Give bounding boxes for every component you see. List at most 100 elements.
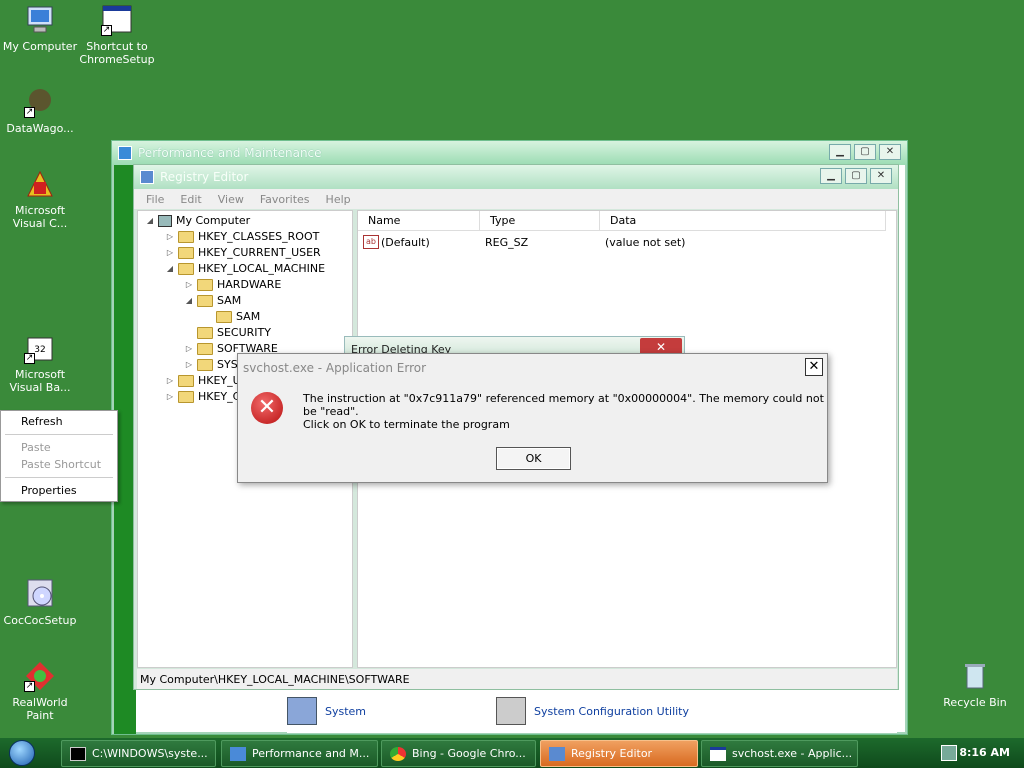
menu-file[interactable]: File	[138, 193, 172, 206]
window-icon	[710, 746, 726, 761]
task-button-chrome[interactable]: Bing - Google Chro...	[381, 740, 536, 767]
desktop-icon-realworld-paint[interactable]: ↗ RealWorld Paint	[0, 660, 80, 722]
performance-titlebar[interactable]: Performance and Maintenance ▁ ▢ ✕	[112, 141, 907, 165]
expand-icon[interactable]: ▷	[185, 344, 193, 353]
expand-icon[interactable]: ▷	[185, 360, 193, 369]
desktop-icon-label: Recycle Bin	[943, 696, 1007, 709]
folder-icon	[197, 358, 213, 371]
folder-icon	[197, 278, 213, 291]
menu-separator	[5, 477, 113, 478]
datawago-icon: ↗	[24, 86, 56, 118]
registry-title: Registry Editor	[160, 170, 249, 184]
ok-button[interactable]: OK	[496, 447, 571, 470]
close-button[interactable]: ✕	[805, 358, 823, 376]
tree-node-system[interactable]: ▷ SYST	[185, 358, 244, 371]
tree-node-hkcu[interactable]: ▷ HKEY_CURRENT_USER	[166, 246, 321, 259]
computer-icon	[158, 214, 172, 227]
tree-node-hkcc[interactable]: ▷ HKEY_C	[166, 390, 240, 403]
menu-item-properties[interactable]: Properties	[21, 484, 77, 497]
network-icon[interactable]	[941, 745, 957, 761]
setup-disc-icon	[24, 578, 56, 610]
menu-item-paste[interactable]: Paste	[21, 441, 51, 454]
error-instruction: Click on OK to terminate the program	[303, 418, 510, 431]
menu-edit[interactable]: Edit	[172, 193, 209, 206]
collapse-icon[interactable]: ◢	[166, 264, 174, 273]
application-error-dialog[interactable]: svchost.exe - Application Error ✕ ✕ The …	[237, 353, 828, 483]
desktop-icon-label: Microsoft Visual Ba...	[9, 368, 71, 394]
shortcut-arrow-icon: ↗	[24, 353, 35, 364]
collapse-icon[interactable]: ◢	[146, 216, 154, 225]
performance-bottom-links: System System Configuration Utility	[287, 689, 897, 733]
tree-node-sam[interactable]: ◢ SAM	[185, 294, 241, 307]
task-button-label: Performance and M...	[252, 747, 370, 760]
system-link[interactable]: System	[287, 697, 366, 725]
error-message: The instruction at "0x7c911a79" referenc…	[303, 392, 824, 418]
menu-help[interactable]: Help	[318, 193, 359, 206]
status-path: My Computer\HKEY_LOCAL_MACHINE\SOFTWARE	[140, 672, 410, 686]
regedit-icon	[140, 170, 154, 184]
column-type[interactable]: Type	[480, 211, 600, 231]
tree-node-security[interactable]: SECURITY	[197, 326, 271, 339]
window-controls: ▁ ▢ ✕	[826, 143, 901, 160]
system-config-label: System Configuration Utility	[534, 704, 689, 718]
task-button-cmd[interactable]: C:\WINDOWS\syste...	[61, 740, 216, 767]
collapse-icon[interactable]: ◢	[185, 296, 193, 305]
folder-icon	[178, 374, 194, 387]
folder-icon	[178, 262, 194, 275]
taskbar-clock[interactable]: 8:16 AM	[959, 746, 1010, 759]
column-data[interactable]: Data	[600, 211, 886, 231]
menu-item-refresh[interactable]: Refresh	[21, 415, 63, 428]
folder-icon	[197, 326, 213, 339]
expand-icon[interactable]: ▷	[166, 392, 174, 401]
desktop-icon-visual-ba[interactable]: 32 ↗ Microsoft Visual Ba...	[0, 332, 80, 394]
desktop-icon-recycle-bin[interactable]: Recycle Bin	[935, 660, 1015, 709]
tree-root-label: My Computer	[176, 214, 251, 227]
maximize-button[interactable]: ▢	[845, 167, 867, 184]
minimize-button[interactable]: ▁	[829, 143, 851, 160]
shortcut-arrow-icon: ↗	[24, 107, 35, 118]
string-value-icon: ab	[363, 235, 379, 249]
desktop-icon-datawago[interactable]: ↗ DataWago...	[0, 86, 80, 135]
tree-node-label: SAM	[236, 310, 261, 323]
expand-icon[interactable]: ▷	[166, 232, 174, 241]
close-button[interactable]: ✕	[870, 167, 892, 184]
tree-root[interactable]: ◢ My Computer	[146, 214, 250, 227]
app-error-titlebar[interactable]: svchost.exe - Application Error	[238, 354, 827, 382]
system-config-link[interactable]: System Configuration Utility	[496, 697, 689, 725]
tree-node-hklm[interactable]: ◢ HKEY_LOCAL_MACHINE	[166, 262, 325, 275]
tree-node-hkcr[interactable]: ▷ HKEY_CLASSES_ROOT	[166, 230, 319, 243]
menu-item-paste-shortcut[interactable]: Paste Shortcut	[21, 458, 101, 471]
maximize-button[interactable]: ▢	[854, 143, 876, 160]
close-button[interactable]: ✕	[879, 143, 901, 160]
shortcut-arrow-icon: ↗	[24, 681, 35, 692]
expand-icon[interactable]: ▷	[166, 248, 174, 257]
tree-node-label: SAM	[217, 294, 242, 307]
expand-icon[interactable]: ▷	[166, 376, 174, 385]
menu-favorites[interactable]: Favorites	[252, 193, 318, 206]
task-button-performance[interactable]: Performance and M...	[221, 740, 378, 767]
table-row[interactable]: ab (Default) REG_SZ (value not set)	[363, 233, 883, 251]
minimize-button[interactable]: ▁	[820, 167, 842, 184]
task-button-regedit[interactable]: Registry Editor	[540, 740, 698, 767]
registry-titlebar[interactable]: Registry Editor ▁ ▢ ✕	[134, 165, 898, 189]
tree-node-label: HARDWARE	[217, 278, 282, 291]
tree-node-hardware[interactable]: ▷ HARDWARE	[185, 278, 281, 291]
desktop-icon-coccocsetup[interactable]: CocCocSetup	[0, 578, 80, 627]
app-error-title: svchost.exe - Application Error	[243, 361, 427, 375]
desktop-icon-chromesetup[interactable]: ↗ Shortcut to ChromeSetup	[77, 4, 157, 66]
menu-view[interactable]: View	[210, 193, 252, 206]
tree-node-sam-child[interactable]: SAM	[216, 310, 260, 323]
tree-node-hku[interactable]: ▷ HKEY_U	[166, 374, 241, 387]
folder-icon	[178, 390, 194, 403]
expand-icon[interactable]: ▷	[185, 280, 193, 289]
desktop-icon-visual-c[interactable]: Microsoft Visual C...	[0, 168, 80, 230]
desktop-icon-my-computer[interactable]: My Computer	[0, 4, 80, 53]
folder-icon	[197, 342, 213, 355]
folder-icon	[197, 294, 213, 307]
start-button[interactable]	[0, 738, 44, 768]
error-icon: ✕	[251, 392, 283, 424]
menu-separator	[5, 434, 113, 435]
task-button-svchost[interactable]: svchost.exe - Applic...	[701, 740, 858, 767]
visual-basic-icon: 32 ↗	[24, 332, 56, 364]
column-name[interactable]: Name	[358, 211, 480, 231]
